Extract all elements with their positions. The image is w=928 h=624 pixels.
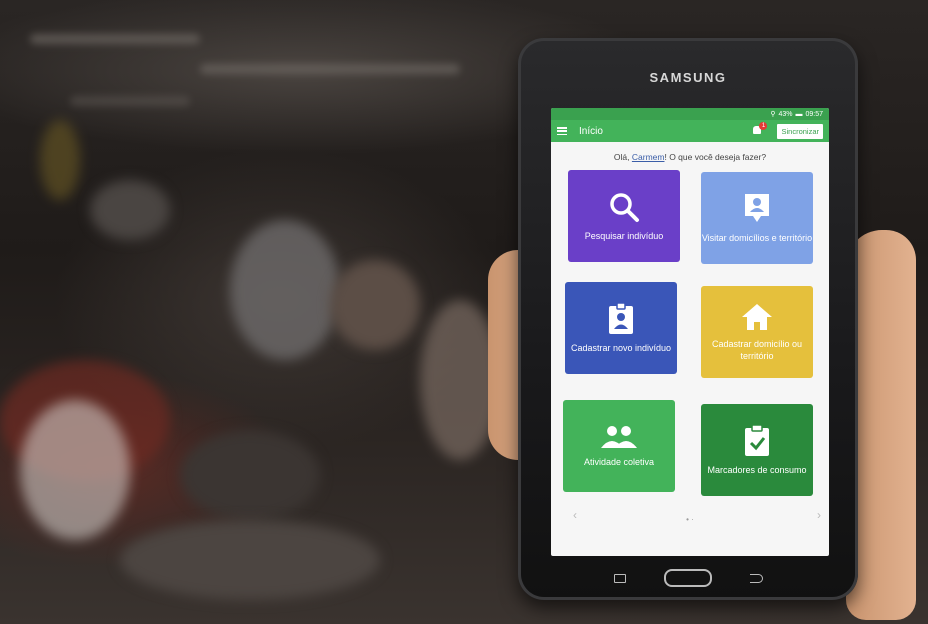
tile-visit-households[interactable]: Visitar domicílios e território (701, 172, 813, 264)
battery-level: 43% (778, 110, 793, 118)
status-bar: ⚲ 43% ▬ 09:57 (551, 108, 829, 120)
id-badge-icon (609, 302, 633, 334)
home-icon (742, 304, 772, 330)
group-icon (601, 426, 637, 448)
page-title: Início (579, 125, 603, 137)
tile-collective-activity[interactable]: Atividade coletiva (563, 400, 675, 492)
tile-label: Cadastrar novo indivíduo (570, 343, 672, 353)
battery-icon: ▬ (795, 110, 803, 118)
clock: 09:57 (805, 110, 823, 118)
location-icon: ⚲ (770, 111, 776, 118)
home-button[interactable] (663, 569, 712, 587)
tile-label: Pesquisar indivíduo (584, 231, 664, 241)
tile-label: Marcadores de consumo (707, 465, 807, 475)
clipboard-check-icon (745, 424, 769, 456)
greeting-prefix: Olá, (613, 152, 630, 162)
action-grid: Pesquisar indivíduo Visitar domicílios e… (551, 168, 829, 528)
tile-label: Visitar domicílios e território (701, 233, 813, 243)
greeting-suffix: ! O que você deseja fazer? (664, 152, 767, 162)
tile-search-individual[interactable]: Pesquisar indivíduo (568, 170, 680, 262)
tile-register-household[interactable]: Cadastrar domicílio ou território (701, 286, 813, 378)
person-pin-icon (745, 194, 769, 222)
tile-label: Atividade coletiva (583, 457, 655, 467)
search-icon (610, 193, 639, 222)
notification-button[interactable]: 1 (753, 122, 768, 136)
tile-consumption-markers[interactable]: Marcadores de consumo (701, 404, 813, 496)
back-icon[interactable] (749, 573, 763, 583)
greeting: Olá, Carmem! O que você deseja fazer? (551, 152, 829, 162)
tablet-device: SAMSUNG ⚲ 43% ▬ 09:57 Início 1 Sincroniz… (518, 38, 858, 600)
sync-button[interactable]: Sincronizar (777, 123, 823, 139)
menu-icon[interactable] (557, 127, 567, 135)
user-name-link[interactable]: Carmem (632, 152, 665, 162)
app-screen: ⚲ 43% ▬ 09:57 Início 1 Sincronizar Olá, … (551, 108, 829, 556)
android-nav-bar (518, 566, 858, 590)
notification-badge: 1 (759, 122, 768, 130)
brand-logo: SAMSUNG (649, 70, 727, 85)
page-indicator: • · (686, 515, 694, 524)
tile-label: Cadastrar domicílio ou território (711, 339, 803, 361)
tile-register-individual[interactable]: Cadastrar novo indivíduo (565, 282, 677, 374)
next-page-arrow[interactable]: › (817, 508, 821, 522)
app-bar: Início 1 Sincronizar (551, 120, 829, 142)
recent-apps-icon[interactable] (613, 573, 626, 583)
